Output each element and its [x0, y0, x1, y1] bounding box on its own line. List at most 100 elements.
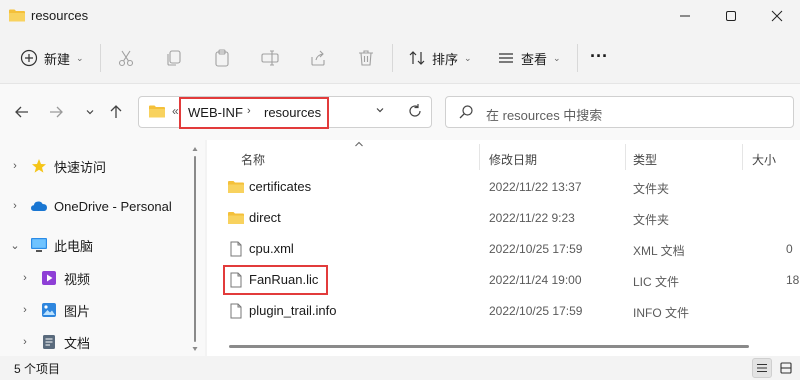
toolbar-divider [100, 44, 101, 72]
file-row[interactable]: certificates 2022/11/22 13:37 文件夹 [207, 172, 800, 202]
file-type: 文件夹 [633, 213, 670, 227]
video-icon [40, 269, 58, 287]
delete-button[interactable] [356, 44, 376, 72]
folder-icon [149, 105, 165, 118]
sort-icon [409, 51, 425, 65]
breadcrumb-web-inf[interactable]: WEB-INF [188, 105, 243, 120]
chevron-down-icon: ⌄ [464, 52, 472, 63]
nav-item-quick-access[interactable]: › 快速访问 [8, 153, 106, 179]
address-dropdown-button[interactable] [375, 105, 385, 118]
chevron-right-icon[interactable]: › [18, 272, 32, 284]
column-divider[interactable] [742, 144, 743, 170]
column-divider[interactable] [479, 144, 480, 170]
nav-item-label: 视频 [64, 271, 91, 287]
breadcrumb-overflow[interactable]: « [172, 104, 179, 118]
title-bar: resources [0, 0, 800, 32]
file-list: 名称 修改日期 类型 大小 certificates 2022/11/22 13… [207, 140, 800, 356]
file-row[interactable]: plugin_trail.info 2022/10/25 17:59 INFO … [207, 296, 800, 326]
column-label: 名称 [241, 152, 266, 167]
close-icon [771, 10, 783, 22]
view-button[interactable]: 查看 ⌄ [497, 44, 561, 72]
column-header-modified[interactable]: 修改日期 [489, 146, 537, 172]
share-icon [311, 50, 325, 66]
up-button[interactable] [104, 100, 128, 124]
computer-icon [30, 236, 48, 254]
star-icon [30, 157, 48, 175]
document-icon [40, 333, 58, 351]
breadcrumb-separator[interactable]: › [247, 105, 251, 117]
nav-item-label: 快速访问 [54, 159, 107, 175]
nav-item-onedrive[interactable]: › OneDrive - Personal [8, 193, 172, 219]
nav-item-label: OneDrive - Personal [54, 198, 172, 214]
minimize-button[interactable] [662, 0, 708, 32]
column-header-name[interactable]: 名称 [241, 146, 265, 172]
file-row[interactable]: FanRuan.lic 2022/11/24 19:00 LIC 文件 18 [207, 265, 800, 295]
chevron-down-icon [376, 108, 384, 113]
chevron-down-icon[interactable]: ⌄ [8, 239, 22, 252]
maximize-button[interactable] [708, 0, 754, 32]
paste-button[interactable] [212, 44, 232, 72]
refresh-icon [409, 104, 421, 117]
more-button[interactable]: ··· [590, 42, 608, 70]
file-row[interactable]: cpu.xml 2022/10/25 17:59 XML 文档 0 [207, 234, 800, 264]
minimize-icon [680, 15, 690, 17]
file-name: cpu.xml [249, 241, 294, 256]
copy-button[interactable] [164, 44, 184, 72]
new-label: 新建 [44, 51, 71, 67]
file-row[interactable]: direct 2022/11/22 9:23 文件夹 [207, 203, 800, 233]
file-date: 2022/11/24 19:00 [489, 273, 582, 287]
sort-button[interactable]: 排序 ⌄ [408, 44, 472, 72]
nav-item-label: 此电脑 [54, 238, 94, 254]
forward-button[interactable] [44, 100, 68, 124]
arrow-right-icon [50, 106, 63, 118]
tiles-view-icon [780, 362, 792, 374]
nav-item-videos[interactable]: › 视频 [18, 265, 90, 291]
copy-icon [167, 50, 181, 66]
close-button[interactable] [754, 0, 800, 32]
nav-item-this-pc[interactable]: ⌄ 此电脑 [8, 232, 93, 258]
details-view-icon [757, 363, 767, 373]
nav-scrollbar[interactable] [191, 144, 199, 354]
file-name: certificates [249, 179, 312, 194]
nav-item-label: 文档 [64, 335, 91, 351]
folder-icon [228, 181, 244, 193]
chevron-down-icon [86, 110, 94, 115]
column-header-type[interactable]: 类型 [633, 146, 657, 172]
recent-locations-button[interactable] [78, 100, 102, 124]
chevron-right-icon[interactable]: › [8, 200, 22, 212]
nav-item-pictures[interactable]: › 图片 [18, 297, 90, 323]
file-date: 2022/10/25 17:59 [489, 242, 583, 256]
rename-button[interactable] [260, 44, 280, 72]
chevron-down-icon: ⌄ [76, 52, 84, 63]
sort-label: 排序 [432, 51, 459, 67]
file-icon [230, 303, 242, 319]
column-divider[interactable] [625, 144, 626, 170]
file-size: 18 [786, 273, 800, 287]
column-header-size[interactable]: 大小 [752, 146, 776, 172]
details-view-button[interactable] [752, 358, 772, 378]
search-icon [459, 105, 473, 119]
address-bar[interactable]: « WEB-INF › resources [138, 96, 432, 129]
chevron-right-icon[interactable]: › [18, 336, 32, 348]
horizontal-scrollbar[interactable] [229, 345, 749, 348]
search-box[interactable]: 在 resources 中搜索 [445, 96, 794, 128]
share-button[interactable] [308, 44, 328, 72]
trash-icon [359, 50, 373, 66]
nav-item-label: 图片 [64, 303, 91, 319]
folder-icon [9, 9, 25, 22]
toolbar-divider [392, 44, 393, 72]
new-button[interactable]: 新建 ⌄ [20, 44, 84, 72]
chevron-right-icon[interactable]: › [18, 304, 32, 316]
tiles-view-button[interactable] [776, 358, 796, 378]
chevron-right-icon[interactable]: › [8, 160, 22, 172]
nav-item-documents[interactable]: › 文档 [18, 329, 90, 355]
file-type: XML 文档 [633, 244, 685, 258]
file-date: 2022/11/22 9:23 [489, 211, 575, 225]
column-label: 修改日期 [489, 152, 538, 167]
breadcrumb-resources[interactable]: resources [264, 105, 321, 120]
folder-icon [228, 212, 244, 224]
cut-button[interactable] [116, 44, 136, 72]
cloud-icon [30, 197, 48, 215]
refresh-button[interactable] [407, 103, 423, 123]
back-button[interactable] [10, 100, 34, 124]
